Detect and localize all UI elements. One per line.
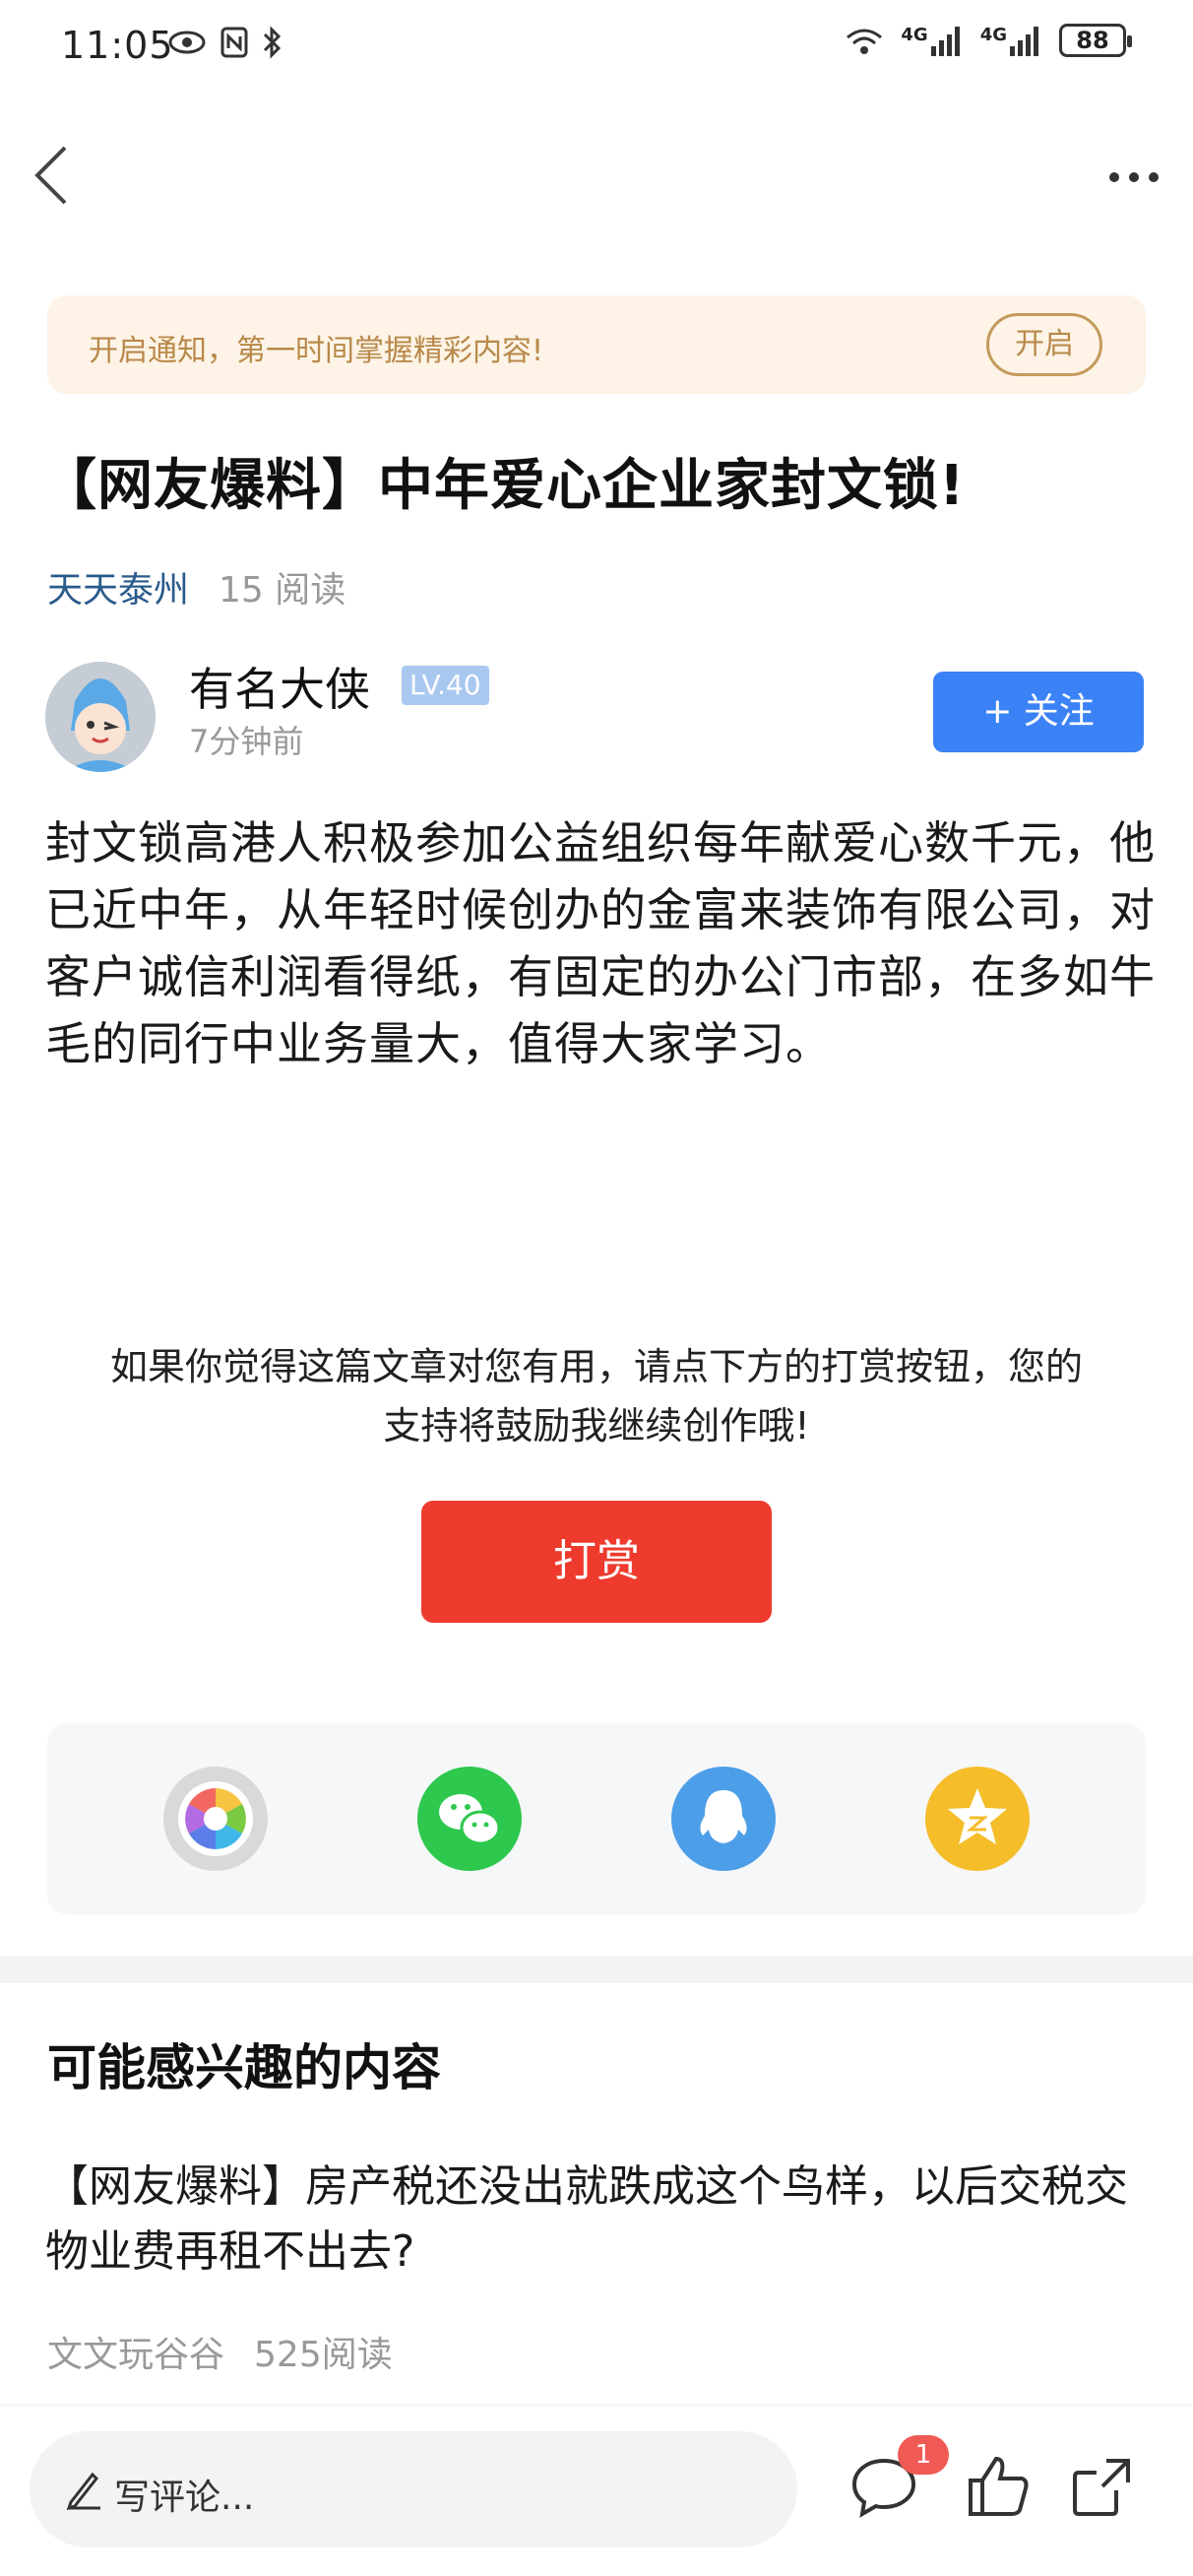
comment-placeholder: 写评论... — [114, 2478, 255, 2518]
wechat-share-button[interactable] — [417, 1767, 522, 1871]
enable-notification-button[interactable]: 开启 — [986, 313, 1102, 376]
dot-icon — [1109, 172, 1119, 182]
signal-2: 4G — [980, 25, 1043, 56]
more-options-button[interactable] — [1102, 158, 1165, 197]
article-source[interactable]: 天天泰州 — [47, 570, 189, 611]
follow-button[interactable]: + 关注 — [933, 672, 1144, 752]
status-bar: 11:05 4G 4G 88 — [0, 0, 1193, 98]
reward-button[interactable]: 打赏 — [421, 1501, 772, 1623]
recommended-article-source: 文文玩谷谷 — [47, 2335, 225, 2375]
comment-input[interactable]: 写评论... — [30, 2431, 797, 2547]
bottom-bar: 写评论... 1 — [0, 2405, 1193, 2576]
qzone-icon — [948, 1788, 1007, 1844]
recommended-article-reads: 525阅读 — [254, 2335, 393, 2375]
thumbs-up-icon[interactable] — [963, 2451, 1034, 2522]
qzone-share-button[interactable] — [925, 1767, 1030, 1871]
recommended-article-meta: 文文玩谷谷 525阅读 — [47, 2326, 393, 2377]
wifi-icon — [847, 29, 883, 54]
avatar-image — [45, 662, 156, 772]
bluetooth-icon — [263, 26, 282, 59]
nfc-icon — [220, 27, 248, 58]
status-icons-right: 4G 4G 88 — [844, 24, 1132, 57]
qq-share-button[interactable] — [671, 1767, 776, 1871]
level-badge: LV.40 — [402, 666, 489, 705]
post-time: 7分钟前 — [189, 723, 304, 760]
pencil-icon — [66, 2472, 100, 2510]
signal-bars-icon — [1010, 27, 1038, 56]
status-icons-left — [167, 26, 283, 59]
avatar[interactable] — [45, 662, 156, 772]
battery-level: 88 — [1076, 27, 1109, 54]
article-body: 封文锁高港人积极参加公益组织每年献爱心数千元，他已近中年，从年轻时候创办的金富来… — [45, 816, 1156, 1070]
article-reads: 15 阅读 — [219, 570, 346, 611]
article-meta: 天天泰州 15 阅读 — [47, 561, 345, 612]
article-title: 【网友爆料】中年爱心企业家封文锁! — [41, 454, 966, 518]
battery-icon: 88 — [1059, 24, 1132, 57]
reward-text: 如果你觉得这篇文章对您有用，请点下方的打赏按钮，您的支持将鼓励我继续创作哦! — [109, 1345, 1083, 1448]
wechat-icon — [439, 1794, 501, 1845]
section-divider — [0, 1956, 1193, 1983]
network-label-1: 4G — [901, 25, 928, 45]
eye-icon — [168, 31, 206, 54]
dot-icon — [1149, 172, 1159, 182]
author-name[interactable]: 有名大侠 — [189, 654, 370, 719]
comment-count-badge: 1 — [898, 2435, 949, 2475]
network-label-2: 4G — [979, 25, 1007, 45]
chevron-left-icon — [34, 146, 67, 205]
signal-1: 4G — [901, 25, 964, 56]
moments-share-button[interactable] — [163, 1767, 268, 1871]
notification-text: 开启通知，第一时间掌握精彩内容! — [89, 334, 544, 368]
share-panel — [47, 1723, 1146, 1914]
dot-icon — [1129, 172, 1139, 182]
moments-icon — [178, 1781, 253, 1856]
status-time: 11:05 — [61, 24, 174, 67]
qq-icon — [700, 1790, 747, 1843]
signal-bars-icon — [930, 27, 960, 56]
notification-banner: 开启通知，第一时间掌握精彩内容! 开启 — [47, 295, 1146, 394]
section-title: 可能感兴趣的内容 — [47, 2039, 441, 2096]
back-button[interactable] — [22, 138, 81, 213]
share-icon[interactable] — [1067, 2451, 1138, 2522]
recommended-article-title[interactable]: 【网友爆料】房产税还没出就跌成这个鸟样，以后交税交物业费再租不出去? — [45, 2155, 1158, 2285]
